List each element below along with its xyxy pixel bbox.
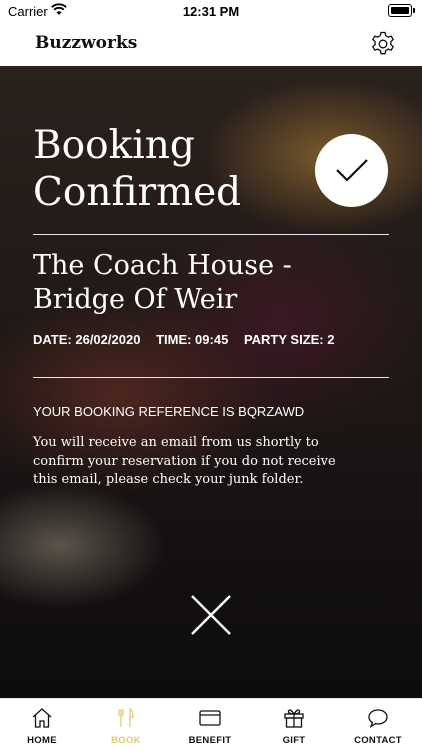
clock: 12:31 PM [182,4,240,19]
brand-logo: Buzzworks [35,33,138,53]
tab-benefit-label: BENEFIT [188,735,232,746]
divider-top [33,234,389,235]
battery-tip [413,8,415,13]
divider-bottom [33,377,389,378]
booking-reference: YOUR BOOKING REFERENCE IS BQRZAWD [33,404,305,419]
booking-details: DATE: 26/02/2020 TIME: 09:45 PARTY SIZE:… [33,332,346,347]
confirm-check-button [315,134,388,207]
checkmark-icon [336,159,368,182]
tab-gift-label: GIFT [282,735,306,746]
cutlery-icon [118,707,134,727]
tab-home-label: HOME [27,735,57,746]
chat-bubble-icon [368,709,388,729]
venue-name: The Coach House - Bridge Of Weir [33,250,292,315]
confirmation-message: You will receive an email from us shortl… [33,435,336,487]
gift-icon [284,709,304,728]
status-bar: Carrier 12:31 PM [0,0,422,22]
tab-book-label: BOOK [111,735,141,746]
close-icon[interactable] [188,592,234,638]
page-title: Booking Confirmed [33,123,242,215]
party-size: PARTY SIZE: 2 [243,332,335,347]
app-header: Buzzworks [0,22,422,66]
tab-bar: HOME BOOK BENEFIT GIFT CONTACT [0,698,422,751]
gear-icon[interactable] [370,31,396,57]
tab-benefit[interactable]: BENEFIT [168,699,252,751]
house-icon [32,708,52,728]
booking-time: TIME: 09:45 [156,332,229,347]
tab-book[interactable]: BOOK [84,699,168,751]
card-icon [199,710,221,726]
tab-home[interactable]: HOME [0,699,84,751]
tab-contact[interactable]: CONTACT [336,699,420,751]
battery-icon [388,4,412,17]
booking-confirmation-panel: Booking Confirmed The Coach House - Brid… [0,66,422,698]
booking-date: DATE: 26/02/2020 [33,332,141,347]
tab-gift[interactable]: GIFT [252,699,336,751]
tab-contact-label: CONTACT [354,735,402,746]
